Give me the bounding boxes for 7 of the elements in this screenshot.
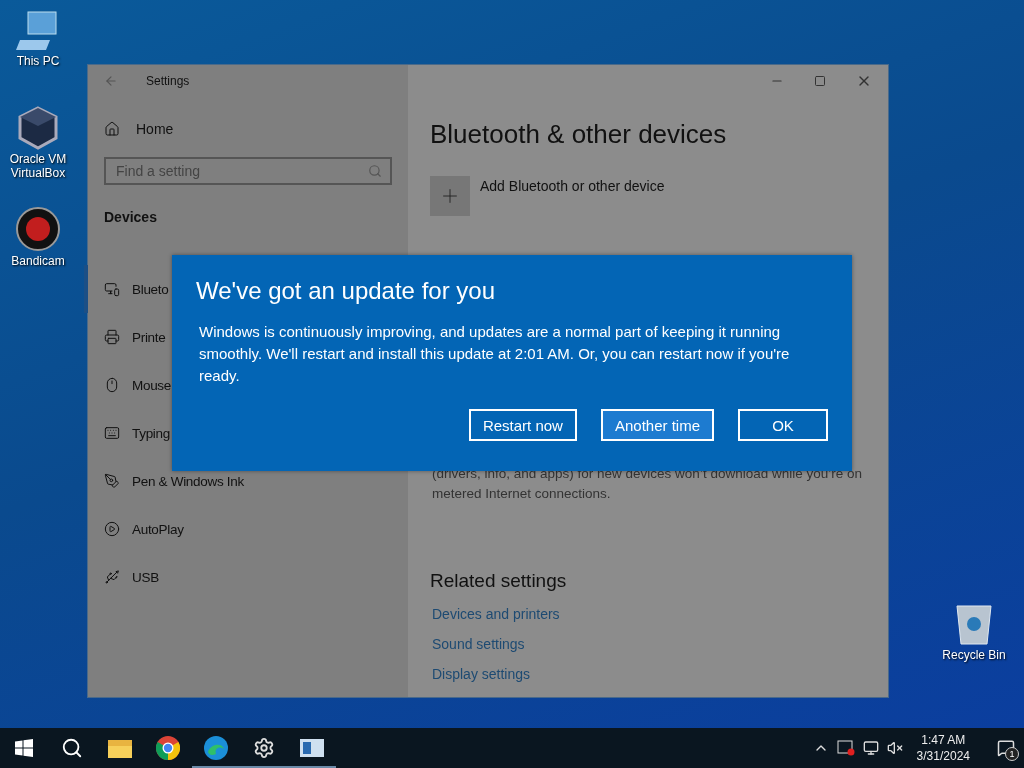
dialog-message: Windows is continuously improving, and updates are a normal part of keeping it running smoothly. We'll restart and install this update at 2:01 AM. Or, you can restart now if you're ready.	[199, 322, 791, 386]
window-title: Settings	[146, 74, 190, 88]
notification-count: 1	[1005, 747, 1019, 761]
page-title: Bluetooth & other devices	[430, 119, 728, 150]
section-heading: Devices	[103, 208, 158, 225]
related-settings-heading: Related settings	[430, 570, 568, 592]
dialog-title: We've got an update for you	[196, 277, 496, 305]
